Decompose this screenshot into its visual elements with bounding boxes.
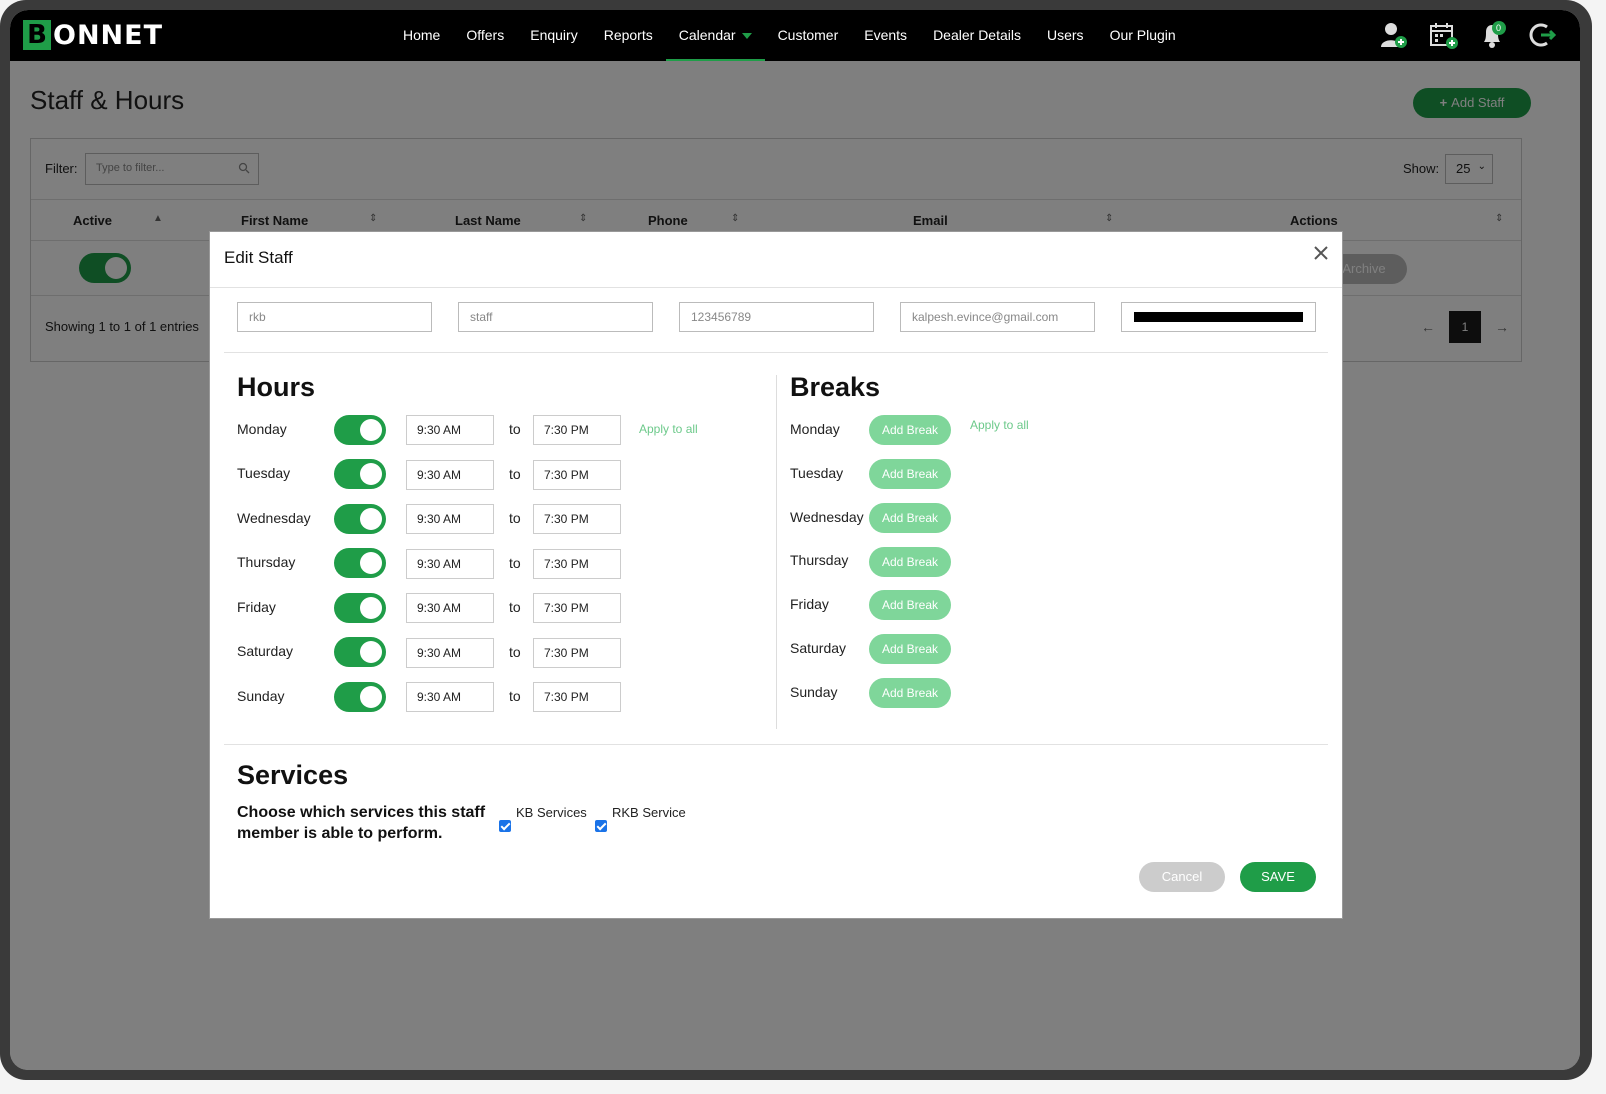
hours-day-thursday: Thursday	[237, 554, 296, 570]
to-label: to	[509, 599, 521, 615]
monday-toggle[interactable]	[334, 415, 386, 445]
to-label: to	[509, 688, 521, 704]
nav-users[interactable]: Users	[1034, 10, 1097, 61]
wednesday-add-break-button[interactable]: Add Break	[869, 503, 951, 533]
breaks-day-monday: Monday	[790, 421, 840, 437]
main-nav: Home Offers Enquiry Reports Calendar Cus…	[390, 10, 1189, 61]
tuesday-add-break-button[interactable]: Add Break	[869, 459, 951, 489]
saturday-start[interactable]: 9:30 AM	[406, 638, 494, 668]
monday-add-break-button[interactable]: Add Break	[869, 415, 951, 445]
wednesday-end[interactable]: 7:30 PM	[533, 504, 621, 534]
hours-apply-to-all[interactable]: Apply to all	[639, 422, 698, 436]
rkb-service-label: RKB Service	[612, 805, 686, 820]
friday-toggle[interactable]	[334, 593, 386, 623]
breaks-day-saturday: Saturday	[790, 640, 847, 656]
thursday-end[interactable]: 7:30 PM	[533, 549, 621, 579]
screen: B ONNET Home Offers Enquiry Reports Cale…	[10, 10, 1580, 1070]
tuesday-end[interactable]: 7:30 PM	[533, 460, 621, 490]
thursday-start[interactable]: 9:30 AM	[406, 549, 494, 579]
monday-start[interactable]: 9:30 AM	[406, 415, 494, 445]
top-nav: B ONNET Home Offers Enquiry Reports Cale…	[10, 10, 1580, 61]
nav-dealer-details[interactable]: Dealer Details	[920, 10, 1034, 61]
breaks-day-wednesday: Wednesday	[790, 509, 864, 525]
save-button[interactable]: SAVE	[1240, 862, 1316, 892]
kb-services-checkbox[interactable]	[499, 820, 511, 832]
nav-calendar-label: Calendar	[678, 27, 736, 43]
services-divider	[224, 744, 1328, 745]
thursday-add-break-button[interactable]: Add Break	[869, 547, 951, 577]
friday-start[interactable]: 9:30 AM	[406, 593, 494, 623]
close-icon[interactable]	[1312, 244, 1330, 262]
nav-events[interactable]: Events	[851, 10, 920, 61]
hours-day-sunday: Sunday	[237, 688, 285, 704]
to-label: to	[509, 466, 521, 482]
first-name-input[interactable]: rkb	[237, 302, 432, 332]
hours-title: Hours	[237, 372, 316, 402]
sunday-start[interactable]: 9:30 AM	[406, 682, 494, 712]
chevron-down-icon	[741, 33, 752, 40]
hours-day-saturday: Saturday	[237, 643, 294, 659]
to-label: to	[509, 555, 521, 571]
sunday-toggle[interactable]	[334, 682, 386, 712]
to-label: to	[509, 644, 521, 660]
modal-title: Edit Staff	[224, 248, 293, 267]
saturday-toggle[interactable]	[334, 637, 386, 667]
notification-count: 0	[1496, 23, 1502, 33]
monday-end[interactable]: 7:30 PM	[533, 415, 621, 445]
wednesday-toggle[interactable]	[334, 504, 386, 534]
add-user-icon[interactable]	[1378, 20, 1408, 50]
tuesday-toggle[interactable]	[334, 459, 386, 489]
email-input[interactable]: kalpesh.evince@gmail.com	[900, 302, 1095, 332]
breaks-day-friday: Friday	[790, 596, 829, 612]
breaks-day-thursday: Thursday	[790, 552, 849, 568]
cancel-button[interactable]: Cancel	[1139, 862, 1225, 892]
nav-enquiry[interactable]: Enquiry	[517, 10, 590, 61]
services-subtitle: Choose which services this staff member …	[237, 804, 486, 842]
edit-staff-modal: Edit Staff rkb staff 123456789 kalpesh.e…	[209, 231, 1343, 919]
header-tools: 0	[1378, 20, 1558, 50]
breaks-day-sunday: Sunday	[790, 684, 838, 700]
password-input[interactable]	[1121, 302, 1316, 332]
hours-day-friday: Friday	[237, 599, 276, 615]
modal-header-divider	[210, 287, 1342, 288]
wednesday-start[interactable]: 9:30 AM	[406, 504, 494, 534]
services-title: Services	[237, 760, 349, 790]
breaks-day-tuesday: Tuesday	[790, 465, 844, 481]
logout-icon[interactable]	[1528, 20, 1558, 50]
calendar-add-icon[interactable]	[1428, 20, 1458, 50]
password-mask	[1134, 312, 1303, 322]
fields-divider	[224, 352, 1328, 353]
tuesday-start[interactable]: 9:30 AM	[406, 460, 494, 490]
notification-bell-icon[interactable]: 0	[1478, 20, 1508, 50]
hours-day-tuesday: Tuesday	[237, 465, 291, 481]
device-frame: B ONNET Home Offers Enquiry Reports Cale…	[0, 0, 1592, 1080]
phone-input[interactable]: 123456789	[679, 302, 874, 332]
hours-breaks-divider	[776, 375, 777, 729]
kb-services-label: KB Services	[516, 805, 587, 820]
breaks-apply-to-all[interactable]: Apply to all	[970, 418, 1029, 432]
logo-initial: B	[23, 20, 51, 50]
logo-text: ONNET	[53, 19, 164, 51]
sunday-add-break-button[interactable]: Add Break	[869, 678, 951, 708]
nav-calendar[interactable]: Calendar	[665, 10, 765, 61]
nav-customer[interactable]: Customer	[765, 10, 852, 61]
breaks-title: Breaks	[790, 372, 881, 402]
friday-add-break-button[interactable]: Add Break	[869, 590, 951, 620]
bonnet-logo[interactable]: B ONNET	[23, 19, 164, 51]
sunday-end[interactable]: 7:30 PM	[533, 682, 621, 712]
last-name-input[interactable]: staff	[458, 302, 653, 332]
saturday-end[interactable]: 7:30 PM	[533, 638, 621, 668]
hours-day-monday: Monday	[237, 421, 287, 437]
friday-end[interactable]: 7:30 PM	[533, 593, 621, 623]
nav-offers[interactable]: Offers	[453, 10, 517, 61]
to-label: to	[509, 421, 521, 437]
thursday-toggle[interactable]	[334, 548, 386, 578]
nav-reports[interactable]: Reports	[591, 10, 666, 61]
nav-home[interactable]: Home	[390, 10, 453, 61]
nav-our-plugin[interactable]: Our Plugin	[1097, 10, 1189, 61]
hours-day-wednesday: Wednesday	[237, 510, 311, 526]
rkb-service-checkbox[interactable]	[595, 820, 607, 832]
saturday-add-break-button[interactable]: Add Break	[869, 634, 951, 664]
to-label: to	[509, 510, 521, 526]
